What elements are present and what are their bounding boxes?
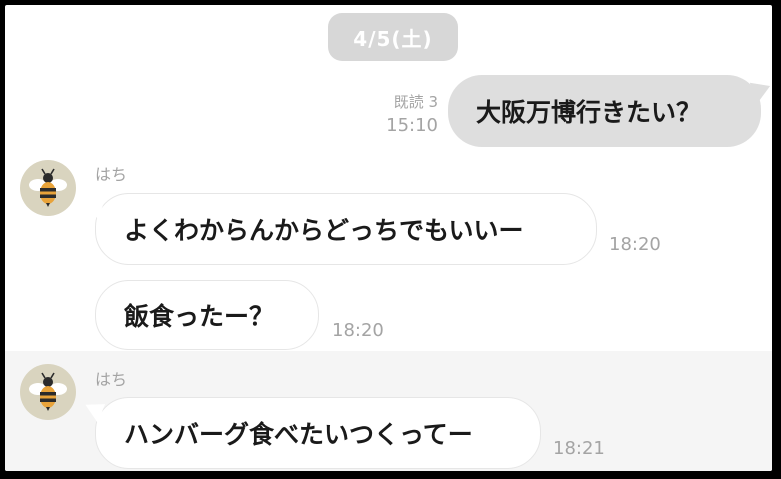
message-time: 18:21 bbox=[553, 438, 605, 459]
outgoing-message-bubble[interactable]: 大阪万博行きたい？ bbox=[448, 75, 772, 147]
bubble-tail bbox=[80, 193, 106, 219]
bee-icon[interactable] bbox=[20, 364, 76, 420]
bee-icon[interactable] bbox=[20, 160, 76, 216]
incoming-message-bubble[interactable]: 飯食ったー？ bbox=[95, 280, 319, 350]
message-time: 18:20 bbox=[332, 320, 384, 341]
bubble-tail bbox=[749, 76, 772, 104]
message-time: 15:10 bbox=[386, 115, 438, 136]
date-separator: 4/5(土) bbox=[328, 13, 458, 61]
outgoing-message-meta: 既読 3 15:10 bbox=[335, 93, 438, 137]
read-receipt: 既読 3 bbox=[393, 93, 438, 111]
message-text: 大阪万博行きたい？ bbox=[476, 98, 702, 127]
message-text: 飯食ったー？ bbox=[124, 302, 275, 331]
chat-window: 4/5(土) 既読 3 15:10 大阪万博行きたい？ はち よくわからんからど… bbox=[5, 5, 772, 471]
sender-name: はち bbox=[95, 165, 128, 184]
incoming-message-bubble[interactable]: よくわからんからどっちでもいいー bbox=[80, 193, 597, 265]
sender-name: はち bbox=[95, 370, 128, 389]
bee-avatar-graphic bbox=[29, 168, 67, 207]
incoming-message-bubble[interactable]: ハンバーグ食べたいつくってー bbox=[80, 397, 541, 469]
bee-avatar-graphic bbox=[29, 372, 67, 411]
message-text: よくわからんからどっちでもいいー bbox=[124, 216, 524, 245]
message-time: 18:20 bbox=[609, 234, 661, 255]
message-text: ハンバーグ食べたいつくってー bbox=[124, 420, 473, 449]
date-separator-label: 4/5(土) bbox=[353, 26, 433, 51]
